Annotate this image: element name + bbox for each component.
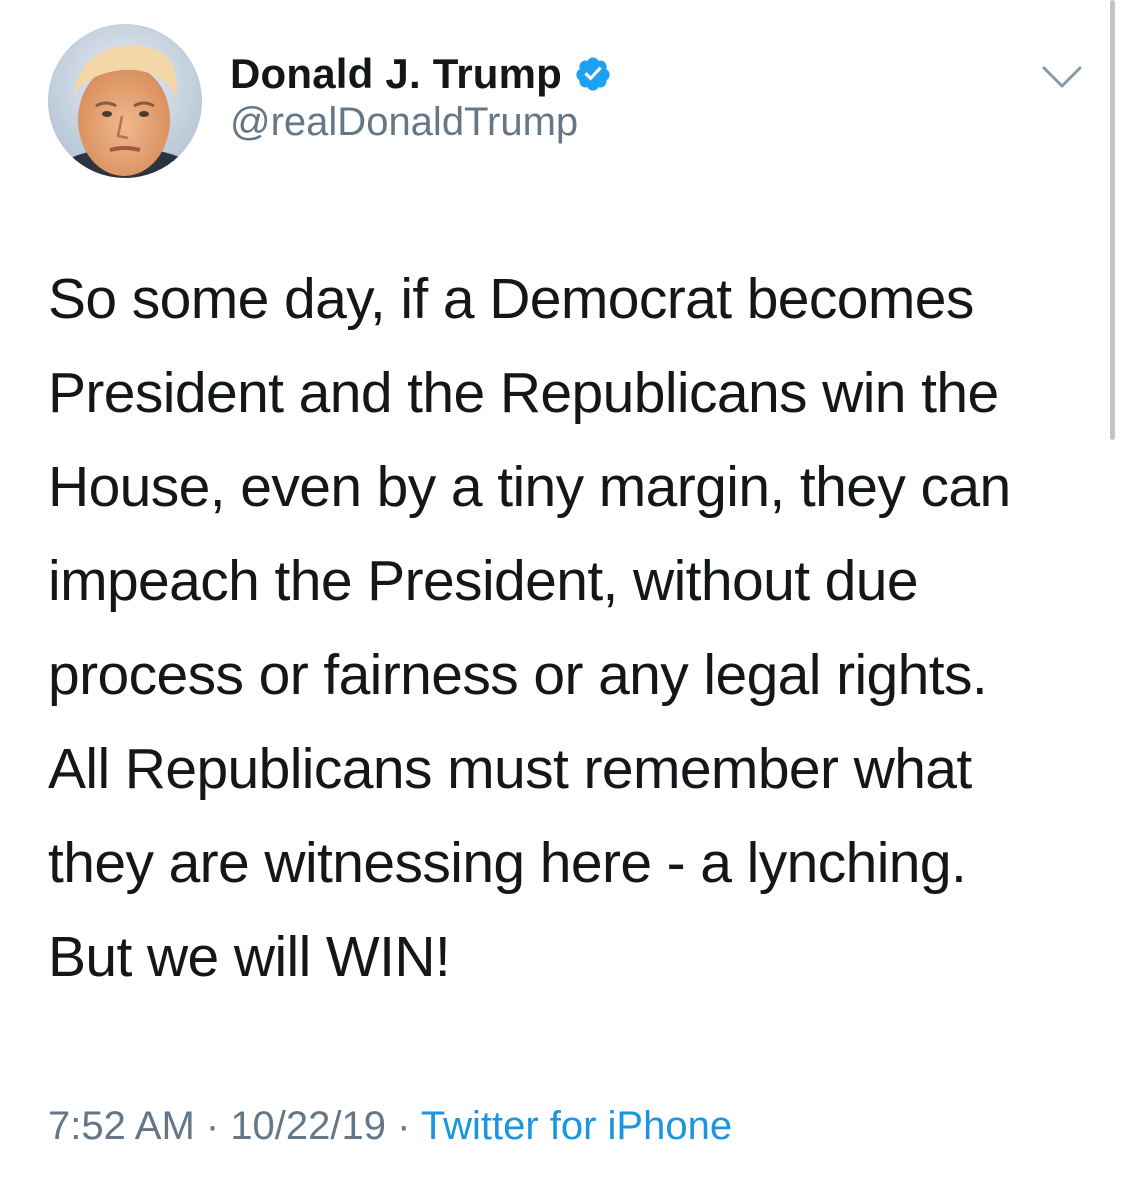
- chevron-down-icon[interactable]: [1040, 62, 1084, 92]
- verified-badge-icon: [574, 55, 612, 93]
- display-name[interactable]: Donald J. Trump: [230, 50, 562, 98]
- scrollbar[interactable]: [1110, 0, 1115, 440]
- meta-separator: ·: [386, 1104, 421, 1148]
- meta-separator: ·: [194, 1104, 231, 1148]
- tweet-text: So some day, if a Democrat becomes Presi…: [48, 267, 1011, 989]
- tweet-card: Donald J. Trump @realDonaldTrump So some…: [0, 0, 1125, 1194]
- avatar[interactable]: [48, 24, 202, 178]
- author-handle[interactable]: @realDonaldTrump: [230, 100, 578, 145]
- tweet-time[interactable]: 7:52 AM: [48, 1104, 195, 1148]
- tweet-date[interactable]: 10/22/19: [230, 1104, 386, 1148]
- avatar-image: [48, 24, 202, 178]
- author-name-row[interactable]: Donald J. Trump: [230, 44, 612, 104]
- tweet-source-link[interactable]: Twitter for iPhone: [421, 1104, 732, 1148]
- tweet-meta: 7:52 AM · 10/22/19 · Twitter for iPhone: [48, 1104, 732, 1149]
